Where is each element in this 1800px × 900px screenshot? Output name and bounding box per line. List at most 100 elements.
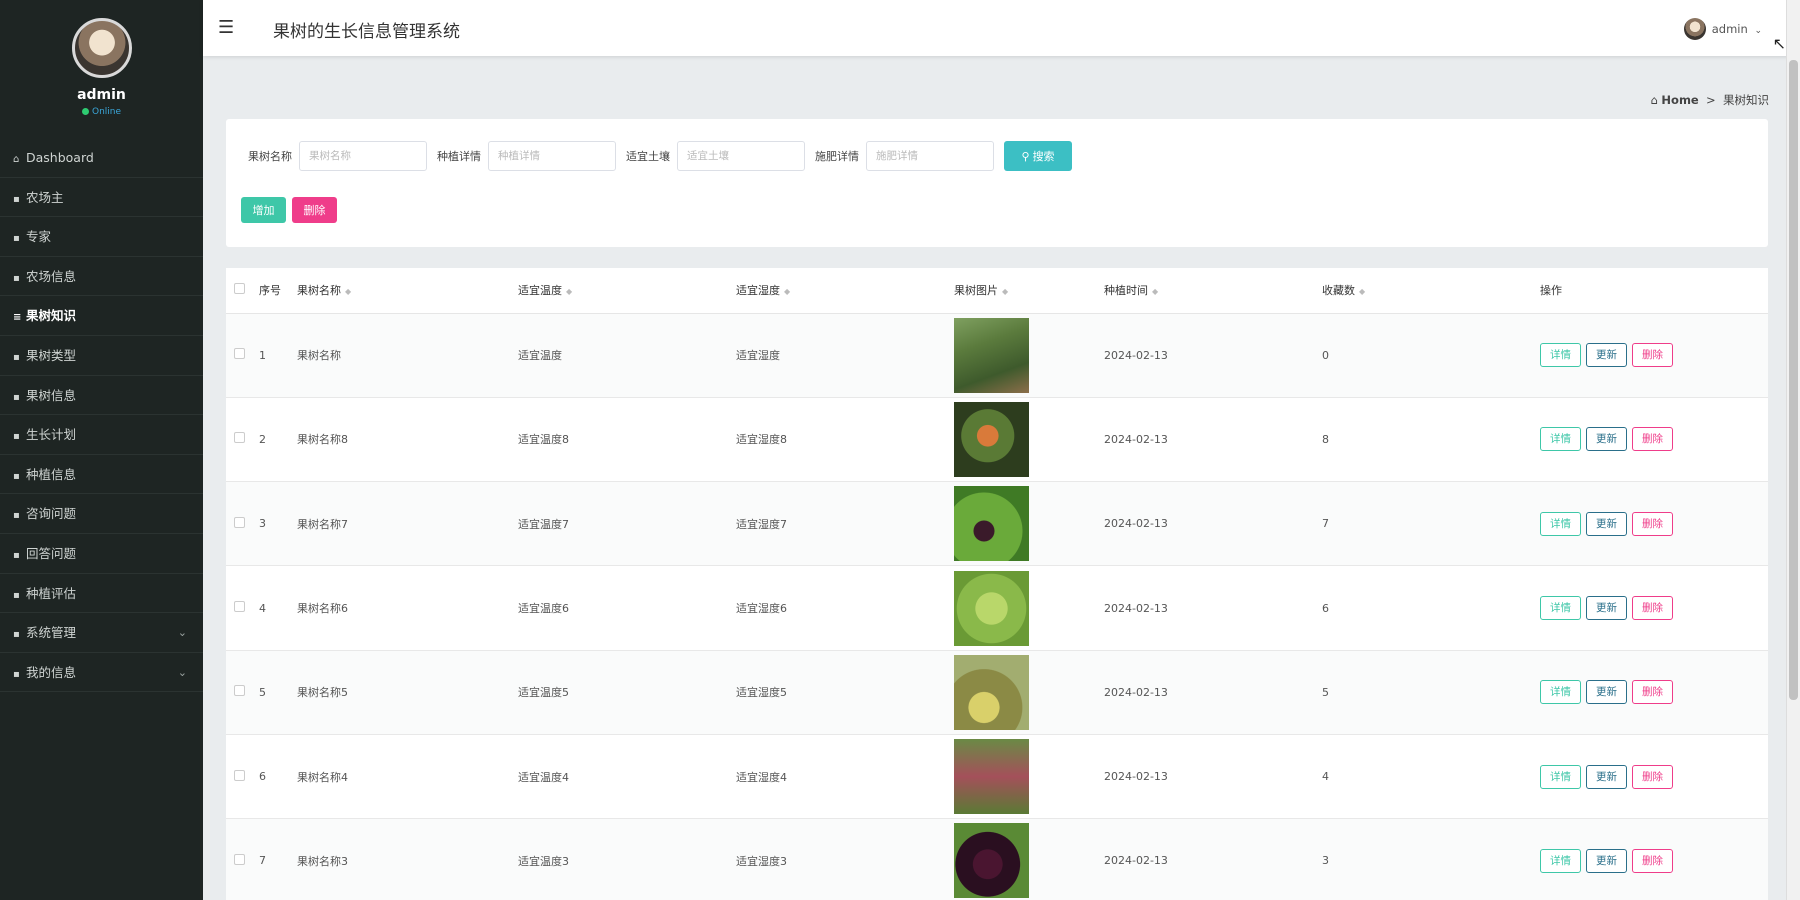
update-button[interactable]: 更新	[1586, 343, 1627, 368]
page-scrollbar[interactable]	[1786, 0, 1800, 900]
table-body: 1 果树名称 适宜温度 适宜湿度 2024-02-13 0 详情 更新 删除 2 果树名称8 适宜温度…	[226, 313, 1768, 900]
sidebar-item-label: 农场信息	[26, 268, 77, 284]
sort-icon[interactable]: ◆	[566, 287, 572, 296]
update-button[interactable]: 更新	[1586, 427, 1627, 452]
sort-icon[interactable]: ◆	[345, 287, 351, 296]
row-image-cell	[954, 650, 1104, 735]
delete-button[interactable]: 删除	[1632, 343, 1673, 368]
col-date[interactable]: 种植时间 ◆	[1104, 268, 1322, 314]
fruit-tree-image[interactable]	[954, 486, 1029, 562]
search-soil-input[interactable]	[677, 141, 805, 171]
row-image-cell	[954, 565, 1104, 651]
chevron-down-icon: ⌄	[177, 665, 187, 679]
row-checkbox[interactable]	[234, 685, 245, 697]
user-menu[interactable]: admin ⌄	[1683, 18, 1762, 40]
row-checkbox[interactable]	[234, 516, 245, 528]
detail-button[interactable]: 详情	[1540, 764, 1581, 789]
sidebar-item[interactable]: ▪ 果树信息	[0, 376, 203, 416]
col-temp[interactable]: 适宜温度 ◆	[518, 268, 736, 314]
avatar[interactable]	[71, 18, 132, 78]
add-button[interactable]: 增加	[241, 197, 286, 223]
sort-icon[interactable]: ◆	[1002, 287, 1008, 296]
row-favorites: 3	[1322, 818, 1540, 900]
table-row: 2 果树名称8 适宜温度8 适宜湿度8 2024-02-13 8 详情 更新 删除	[226, 397, 1768, 483]
breadcrumb-home[interactable]: Home	[1661, 93, 1698, 107]
sort-icon[interactable]: ◆	[784, 287, 790, 296]
update-button[interactable]: 更新	[1586, 848, 1627, 873]
col-humidity[interactable]: 适宜湿度 ◆	[736, 268, 954, 314]
row-checkbox-cell	[226, 397, 259, 483]
detail-button[interactable]: 详情	[1540, 596, 1581, 621]
status-text: Online	[91, 107, 122, 117]
update-button[interactable]: 更新	[1586, 764, 1627, 789]
row-checkbox[interactable]	[234, 432, 245, 444]
fruit-tree-image[interactable]	[954, 823, 1029, 899]
update-button[interactable]: 更新	[1586, 511, 1627, 536]
sidebar-item[interactable]: ▪ 农场主	[0, 178, 203, 218]
delete-button[interactable]: 删除	[1632, 596, 1673, 621]
sidebar-item[interactable]: ▪ 回答问题	[0, 534, 203, 574]
fruit-tree-image[interactable]	[954, 654, 1029, 730]
row-index: 1	[259, 313, 297, 398]
delete-button[interactable]: 删除	[1632, 764, 1673, 789]
chevron-down-icon: ⌄	[177, 626, 187, 640]
row-checkbox[interactable]	[234, 348, 245, 360]
search-fertilizer-input[interactable]	[866, 141, 994, 171]
row-checkbox[interactable]	[234, 853, 245, 865]
sidebar-item[interactable]: ▪ 咨询问题	[0, 494, 203, 534]
search-name-input[interactable]	[299, 141, 427, 171]
row-name: 果树名称8	[297, 397, 518, 483]
update-button[interactable]: 更新	[1586, 596, 1627, 621]
fruit-tree-image[interactable]	[954, 739, 1029, 815]
sidebar-item[interactable]: ▪ 种植信息	[0, 455, 203, 495]
detail-button[interactable]: 详情	[1540, 680, 1581, 705]
search-panel: 果树名称 种植详情 适宜土壤 施肥详情 ⚲ 搜索 增加 删除	[226, 119, 1768, 247]
delete-button[interactable]: 删除	[1632, 511, 1673, 536]
fruit-tree-image[interactable]	[954, 570, 1029, 646]
search-planting-input[interactable]	[488, 141, 616, 171]
profile: admin Online	[0, 0, 203, 138]
detail-button[interactable]: 详情	[1540, 343, 1581, 368]
detail-button[interactable]: 详情	[1540, 848, 1581, 873]
sidebar-item[interactable]: ▪ 我的信息 ⌄	[0, 653, 203, 693]
sidebar-item[interactable]: ▪ 专家	[0, 217, 203, 257]
search-button[interactable]: ⚲ 搜索	[1004, 141, 1072, 171]
row-humidity: 适宜湿度7	[736, 481, 954, 567]
sort-icon[interactable]: ◆	[1152, 287, 1158, 296]
sidebar-item[interactable]: ▪ 农场信息	[0, 257, 203, 297]
row-checkbox[interactable]	[234, 769, 245, 781]
sidebar-item[interactable]: ▪ 果树类型	[0, 336, 203, 376]
update-button[interactable]: 更新	[1586, 680, 1627, 705]
detail-button[interactable]: 详情	[1540, 427, 1581, 452]
delete-button[interactable]: 删除	[1632, 427, 1673, 452]
sidebar-item[interactable]: ⌂ Dashboard	[0, 138, 203, 178]
fruit-tree-image[interactable]	[954, 401, 1029, 477]
sidebar-item[interactable]: ≡ 果树知识	[0, 296, 203, 336]
sidebar-item[interactable]: ▪ 系统管理 ⌄	[0, 613, 203, 653]
search-button-label: 搜索	[1032, 151, 1055, 163]
row-name: 果树名称7	[297, 481, 518, 567]
table-row: 1 果树名称 适宜温度 适宜湿度 2024-02-13 0 详情 更新 删除	[226, 313, 1768, 398]
row-name: 果树名称	[297, 313, 518, 398]
select-all-checkbox[interactable]	[234, 283, 245, 295]
action-buttons: 增加 删除	[241, 197, 337, 223]
search-form: 果树名称 种植详情 适宜土壤 施肥详情 ⚲ 搜索	[248, 141, 1072, 171]
col-favorites[interactable]: 收藏数 ◆	[1322, 268, 1540, 314]
row-checkbox[interactable]	[234, 601, 245, 613]
search-label-soil: 适宜土壤	[626, 150, 670, 163]
col-humidity-label: 适宜湿度	[736, 284, 780, 298]
col-name[interactable]: 果树名称 ◆	[297, 268, 518, 314]
delete-button[interactable]: 删除	[1632, 848, 1673, 873]
bulk-delete-button[interactable]: 删除	[292, 197, 337, 223]
sort-icon[interactable]: ◆	[1359, 287, 1365, 296]
sidebar-item[interactable]: ▪ 生长计划	[0, 415, 203, 455]
col-image[interactable]: 果树图片 ◆	[954, 268, 1104, 314]
menu-item-icon: ▪	[13, 668, 20, 680]
delete-button[interactable]: 删除	[1632, 680, 1673, 705]
row-favorites: 4	[1322, 734, 1540, 820]
hamburger-menu-icon[interactable]: ☰	[218, 17, 234, 38]
detail-button[interactable]: 详情	[1540, 511, 1581, 536]
sidebar-item[interactable]: ▪ 种植评估	[0, 574, 203, 614]
fruit-tree-image[interactable]	[954, 317, 1029, 393]
scrollbar-thumb[interactable]	[1789, 60, 1798, 700]
